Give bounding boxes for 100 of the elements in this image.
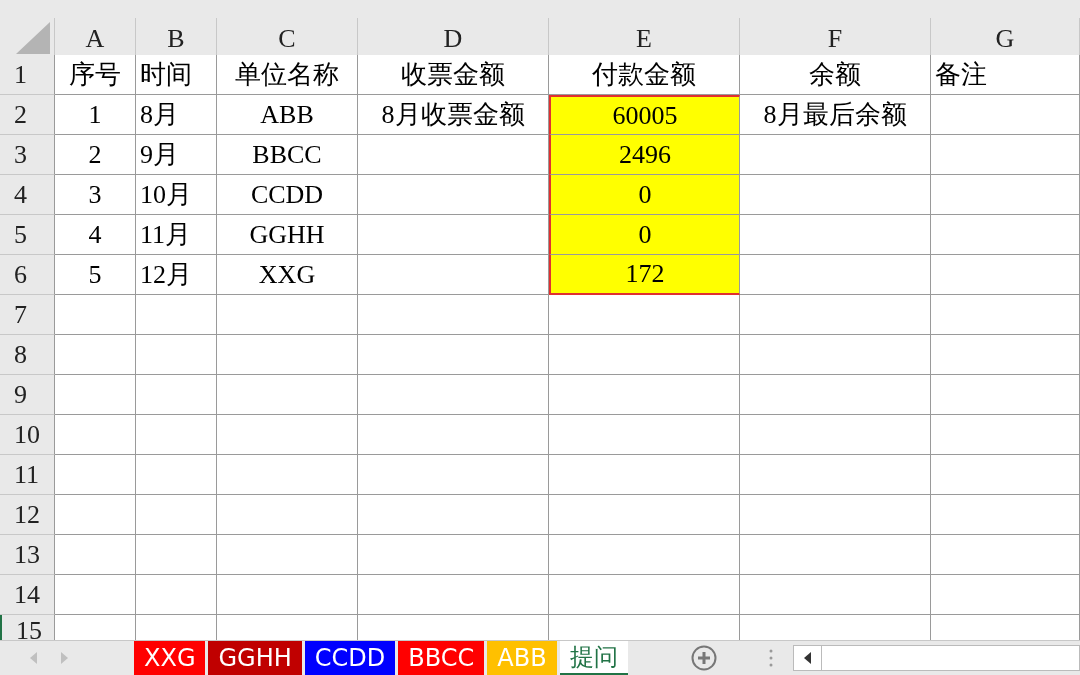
table-cell[interactable]: 4: [55, 215, 136, 255]
table-cell[interactable]: [55, 415, 136, 455]
table-cell[interactable]: 10月: [136, 175, 217, 215]
table-cell[interactable]: [740, 135, 931, 175]
table-cell[interactable]: [931, 495, 1080, 535]
table-cell[interactable]: 8月最后余额: [740, 95, 931, 135]
table-cell[interactable]: 单位名称: [217, 55, 358, 95]
table-cell[interactable]: [358, 615, 549, 640]
table-cell[interactable]: 8月收票金额: [358, 95, 549, 135]
row-header[interactable]: 5: [0, 215, 55, 255]
table-cell[interactable]: [740, 175, 931, 215]
row-header[interactable]: 6: [0, 255, 55, 295]
table-cell[interactable]: [931, 215, 1080, 255]
table-cell[interactable]: GGHH: [217, 215, 358, 255]
table-cell[interactable]: [740, 455, 931, 495]
sheet-tab[interactable]: CCDD: [304, 641, 396, 675]
table-cell[interactable]: [931, 255, 1080, 295]
table-cell[interactable]: [358, 575, 549, 615]
table-cell[interactable]: [931, 135, 1080, 175]
table-cell[interactable]: 9月: [136, 135, 217, 175]
splitter-handle-icon[interactable]: [768, 648, 773, 668]
row-header[interactable]: 13: [0, 535, 55, 575]
table-cell[interactable]: [55, 295, 136, 335]
table-cell[interactable]: 0: [549, 215, 740, 255]
table-cell[interactable]: XXG: [217, 255, 358, 295]
table-cell[interactable]: [740, 615, 931, 640]
table-cell[interactable]: [217, 495, 358, 535]
horizontal-scrollbar[interactable]: [792, 645, 1080, 671]
table-cell[interactable]: [931, 455, 1080, 495]
row-header[interactable]: 12: [0, 495, 55, 535]
table-cell[interactable]: 172: [549, 255, 740, 295]
table-cell[interactable]: [55, 575, 136, 615]
add-sheet-icon[interactable]: [690, 645, 717, 671]
table-cell[interactable]: [358, 135, 549, 175]
table-cell[interactable]: [136, 615, 217, 640]
table-cell[interactable]: [55, 335, 136, 375]
table-cell[interactable]: [136, 455, 217, 495]
sheet-tab[interactable]: GGHH: [208, 641, 302, 675]
table-cell[interactable]: [549, 295, 740, 335]
table-cell[interactable]: [136, 375, 217, 415]
table-cell[interactable]: [740, 495, 931, 535]
row-header[interactable]: 15: [0, 615, 55, 640]
table-cell[interactable]: 序号: [55, 55, 136, 95]
table-cell[interactable]: [740, 415, 931, 455]
table-cell[interactable]: [931, 175, 1080, 215]
table-cell[interactable]: [549, 615, 740, 640]
table-cell[interactable]: [358, 215, 549, 255]
table-cell[interactable]: [55, 455, 136, 495]
table-cell[interactable]: [740, 255, 931, 295]
table-cell[interactable]: 3: [55, 175, 136, 215]
table-cell[interactable]: [217, 295, 358, 335]
table-cell[interactable]: [55, 615, 136, 640]
table-cell[interactable]: [740, 375, 931, 415]
table-cell[interactable]: [217, 615, 358, 640]
table-cell[interactable]: 8月: [136, 95, 217, 135]
table-cell[interactable]: [55, 375, 136, 415]
table-cell[interactable]: 2496: [549, 135, 740, 175]
table-cell[interactable]: [217, 455, 358, 495]
select-all-corner-icon[interactable]: [16, 22, 50, 54]
table-cell[interactable]: [931, 335, 1080, 375]
table-cell[interactable]: [931, 295, 1080, 335]
table-cell[interactable]: [931, 415, 1080, 455]
table-cell[interactable]: [549, 535, 740, 575]
table-cell[interactable]: [217, 415, 358, 455]
table-cell[interactable]: 1: [55, 95, 136, 135]
table-cell[interactable]: [549, 415, 740, 455]
table-cell[interactable]: [136, 535, 217, 575]
table-cell[interactable]: [217, 375, 358, 415]
table-cell[interactable]: [931, 375, 1080, 415]
table-cell[interactable]: [358, 175, 549, 215]
table-cell[interactable]: [358, 495, 549, 535]
table-cell[interactable]: 0: [549, 175, 740, 215]
table-cell[interactable]: 60005: [549, 95, 740, 135]
table-cell[interactable]: [136, 575, 217, 615]
table-cell[interactable]: [740, 575, 931, 615]
table-cell[interactable]: [549, 495, 740, 535]
row-header[interactable]: 1: [0, 55, 55, 95]
table-cell[interactable]: 收票金额: [358, 55, 549, 95]
table-cell[interactable]: [549, 335, 740, 375]
table-cell[interactable]: [136, 415, 217, 455]
table-cell[interactable]: ABB: [217, 95, 358, 135]
row-header[interactable]: 2: [0, 95, 55, 135]
scroll-right-icon[interactable]: [60, 652, 68, 664]
table-cell[interactable]: 2: [55, 135, 136, 175]
table-cell[interactable]: [931, 575, 1080, 615]
table-cell[interactable]: [740, 215, 931, 255]
table-cell[interactable]: [136, 295, 217, 335]
table-cell[interactable]: [358, 335, 549, 375]
row-header[interactable]: 10: [0, 415, 55, 455]
sheet-tab[interactable]: BBCC: [398, 641, 485, 675]
table-cell[interactable]: [217, 575, 358, 615]
table-cell[interactable]: [358, 295, 549, 335]
table-cell[interactable]: [358, 415, 549, 455]
row-header[interactable]: 3: [0, 135, 55, 175]
table-cell[interactable]: 时间: [136, 55, 217, 95]
table-cell[interactable]: [358, 455, 549, 495]
row-header[interactable]: 4: [0, 175, 55, 215]
row-header[interactable]: 8: [0, 335, 55, 375]
table-cell[interactable]: [549, 375, 740, 415]
table-cell[interactable]: [55, 495, 136, 535]
